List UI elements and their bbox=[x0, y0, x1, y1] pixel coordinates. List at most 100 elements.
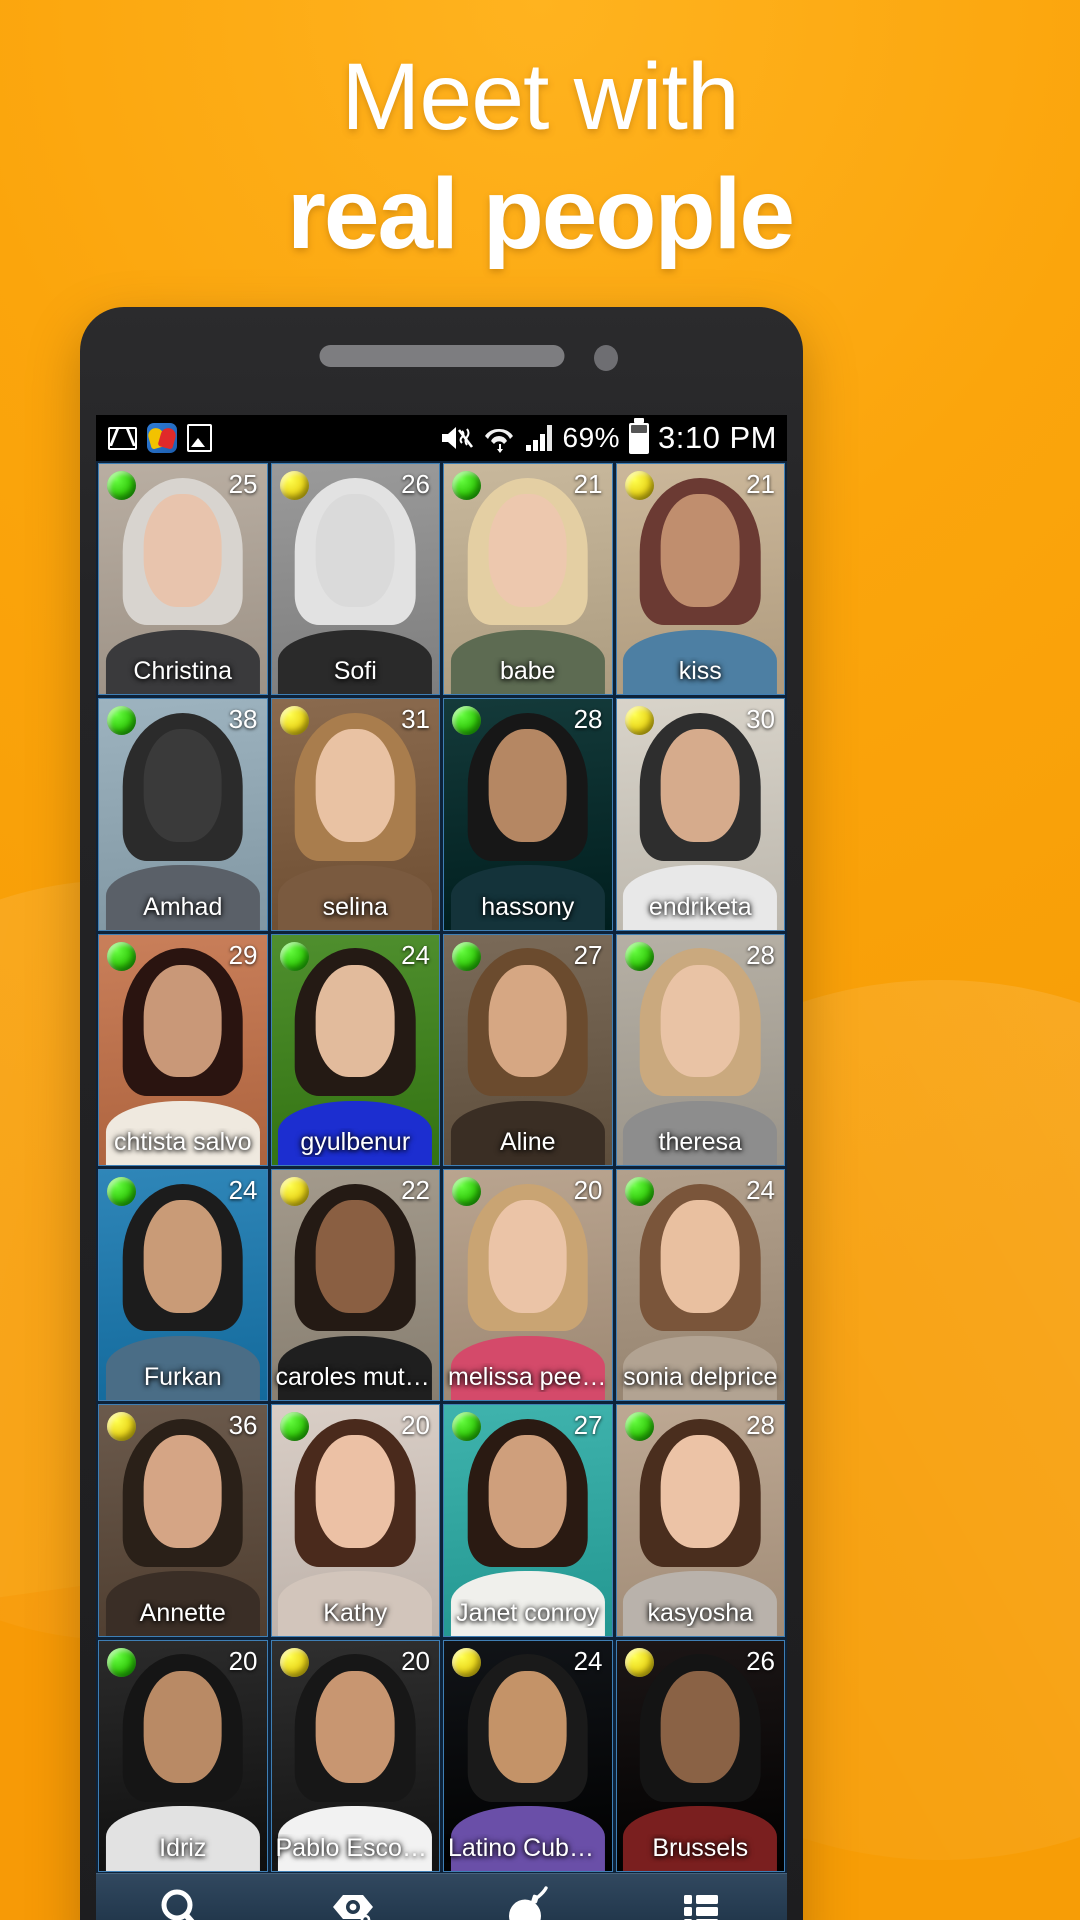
profile-age: 24 bbox=[746, 1174, 775, 1205]
eye-lock-icon bbox=[333, 1894, 374, 1920]
profile-age: 27 bbox=[573, 1410, 603, 1441]
profile-tile[interactable]: 21 babe bbox=[443, 463, 613, 696]
profile-name: caroles muthoni bbox=[275, 1363, 440, 1392]
profile-age: 31 bbox=[401, 704, 430, 735]
profile-name: Annette bbox=[139, 1598, 226, 1627]
presence-status-dot bbox=[624, 1412, 654, 1442]
profile-tile[interactable]: 28 kasyosha bbox=[615, 1404, 785, 1637]
presence-status-dot bbox=[279, 706, 309, 736]
profile-tile[interactable]: 27 Janet conroy bbox=[443, 1404, 613, 1637]
profile-tile[interactable]: 28 theresa bbox=[615, 933, 785, 1166]
profile-name: gyulbenur bbox=[300, 1127, 411, 1156]
profile-tile[interactable]: 24 sonia delprice bbox=[615, 1168, 785, 1402]
profile-tile[interactable]: 20 Pablo Escobar bbox=[270, 1639, 440, 1872]
profile-age: 20 bbox=[573, 1174, 603, 1205]
profile-age: 26 bbox=[746, 1645, 775, 1676]
profile-age: 20 bbox=[228, 1645, 258, 1676]
profile-age: 20 bbox=[401, 1410, 430, 1441]
profile-name: Brussels bbox=[652, 1833, 749, 1862]
profile-name: hassony bbox=[481, 892, 575, 921]
profile-name: Sofi bbox=[333, 657, 377, 686]
presence-status-dot bbox=[107, 941, 136, 971]
bomb-icon bbox=[508, 1885, 548, 1920]
profile-age: 20 bbox=[401, 1645, 430, 1676]
profile-name: Kathy bbox=[323, 1598, 388, 1627]
profile-age: 28 bbox=[746, 939, 775, 970]
profile-age: 21 bbox=[573, 469, 603, 499]
profile-tile[interactable]: 22 caroles muthoni bbox=[270, 1168, 440, 1402]
clock-label: 3:10 PM bbox=[658, 420, 777, 455]
gmail-icon bbox=[108, 426, 137, 450]
front-camera-icon bbox=[594, 345, 618, 371]
profile-grid[interactable]: 25 Christina 26 Sofi 21 babe 21 kiss 38 Amhad 31 se… bbox=[96, 461, 787, 1873]
profile-name: Janet conroy bbox=[456, 1598, 600, 1627]
profile-age: 30 bbox=[746, 704, 775, 735]
profile-age: 36 bbox=[228, 1410, 258, 1441]
profile-tile[interactable]: 21 kiss bbox=[615, 463, 785, 696]
profile-name: Furkan bbox=[143, 1363, 222, 1392]
profile-tile[interactable]: 28 hassony bbox=[443, 698, 613, 931]
nav-list-button[interactable] bbox=[614, 1874, 787, 1920]
profile-age: 24 bbox=[228, 1174, 258, 1205]
profile-tile[interactable]: 27 Aline bbox=[443, 933, 613, 1166]
profile-tile[interactable]: 26 Sofi bbox=[270, 463, 440, 696]
profile-age: 25 bbox=[228, 469, 258, 499]
nav-search-button[interactable] bbox=[96, 1874, 269, 1920]
profile-tile[interactable]: 24 gyulbenur bbox=[270, 933, 440, 1166]
profile-name: Aline bbox=[499, 1127, 556, 1156]
profile-age: 28 bbox=[746, 1410, 775, 1441]
presence-status-dot bbox=[107, 1176, 136, 1206]
profile-tile[interactable]: 26 Brussels bbox=[615, 1639, 785, 1872]
profile-name: kiss bbox=[678, 657, 722, 686]
profile-name: Latino Cubano... bbox=[448, 1833, 612, 1862]
status-bar-notifications bbox=[108, 423, 212, 453]
presence-status-dot bbox=[452, 1647, 481, 1677]
profile-tile[interactable]: 30 endriketa bbox=[615, 698, 785, 931]
profile-tile[interactable]: 20 melissa peeters bbox=[443, 1168, 613, 1402]
profile-tile[interactable]: 24 Furkan bbox=[98, 1168, 268, 1402]
nav-viewers-button[interactable] bbox=[269, 1874, 442, 1920]
profile-name: endriketa bbox=[648, 892, 752, 921]
presence-status-dot bbox=[624, 1176, 654, 1206]
profile-name: Amhad bbox=[143, 892, 223, 921]
profile-tile[interactable]: 29 chtista salvo bbox=[98, 933, 268, 1166]
profile-name: Christina bbox=[133, 657, 233, 686]
battery-icon bbox=[629, 417, 650, 454]
profile-tile[interactable]: 20 Idriz bbox=[98, 1639, 268, 1872]
profile-age: 24 bbox=[573, 1645, 603, 1676]
profile-tile[interactable]: 24 Latino Cubano... bbox=[443, 1639, 613, 1872]
presence-status-dot bbox=[452, 941, 481, 971]
presence-status-dot bbox=[624, 471, 654, 500]
profile-age: 26 bbox=[401, 469, 430, 499]
presence-status-dot bbox=[624, 941, 654, 971]
search-icon bbox=[161, 1889, 196, 1920]
profile-tile[interactable]: 25 Christina bbox=[98, 463, 268, 696]
profile-age: 21 bbox=[746, 469, 775, 499]
profile-age: 28 bbox=[573, 704, 603, 735]
profile-name: kasyosha bbox=[647, 1598, 754, 1627]
presence-status-dot bbox=[107, 1647, 136, 1677]
profile-age: 27 bbox=[573, 939, 603, 970]
presence-status-dot bbox=[279, 471, 309, 500]
presence-status-dot bbox=[624, 706, 654, 736]
phone-mockup: 69% 3:10 PM 25 Christina 26 Sofi 21 babe 21 kis… bbox=[80, 307, 803, 1920]
presence-status-dot bbox=[279, 1647, 309, 1677]
profile-tile[interactable]: 38 Amhad bbox=[98, 698, 268, 931]
nav-boost-button[interactable] bbox=[442, 1874, 615, 1920]
profile-name: Pablo Escobar bbox=[275, 1833, 439, 1862]
profile-tile[interactable]: 20 Kathy bbox=[270, 1404, 440, 1637]
wifi-icon bbox=[484, 428, 513, 453]
profile-name: selina bbox=[322, 892, 388, 921]
presence-status-dot bbox=[452, 1176, 481, 1206]
battery-percent-label: 69% bbox=[562, 422, 621, 453]
profile-tile[interactable]: 36 Annette bbox=[98, 1404, 268, 1637]
list-icon bbox=[683, 1894, 718, 1920]
profile-age: 24 bbox=[401, 939, 430, 970]
headline-line-1: Meet with bbox=[341, 44, 740, 150]
bottom-navigation-bar[interactable] bbox=[96, 1873, 787, 1920]
profile-age: 38 bbox=[228, 704, 258, 735]
presence-status-dot bbox=[452, 471, 481, 500]
profile-tile[interactable]: 31 selina bbox=[270, 698, 440, 931]
profile-name: melissa peeters bbox=[448, 1363, 612, 1392]
profile-age: 22 bbox=[401, 1174, 430, 1205]
